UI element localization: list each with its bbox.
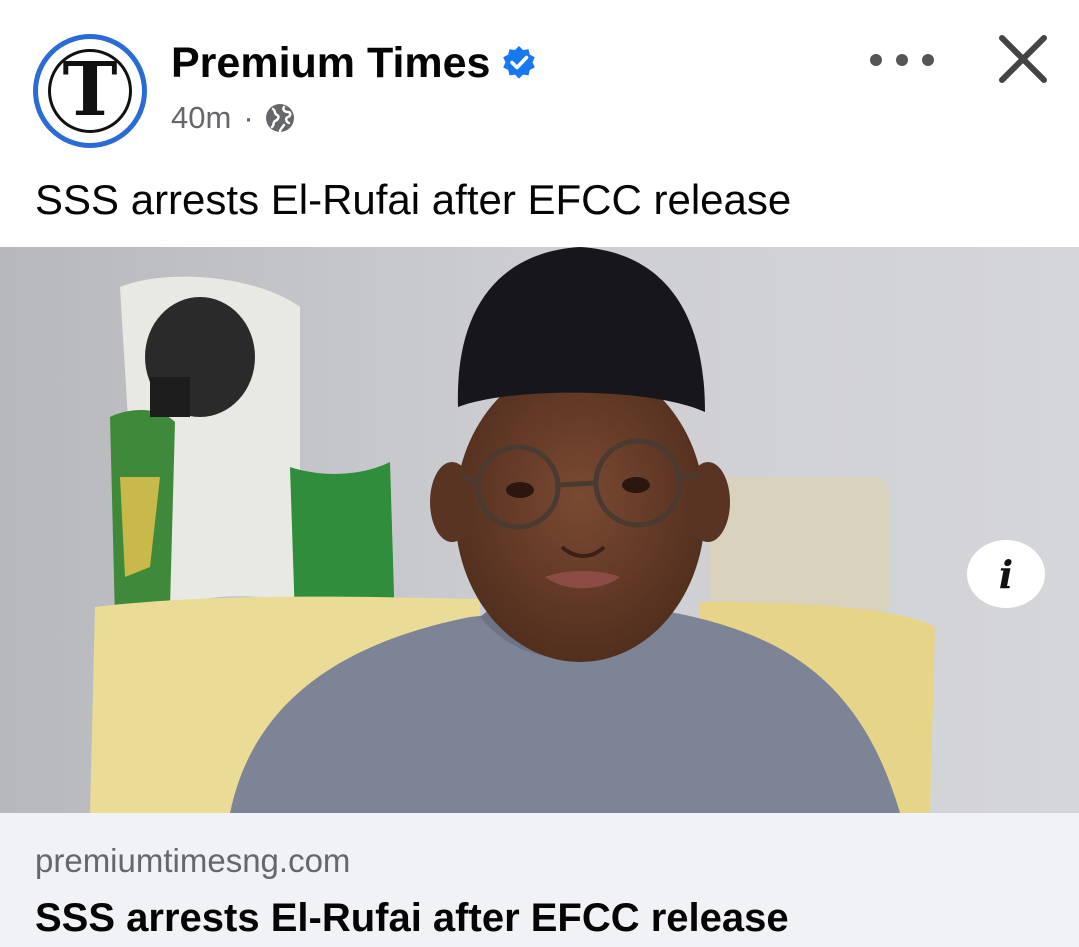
globe-icon (265, 104, 294, 133)
post-time[interactable]: 40m (171, 98, 231, 138)
photo-scene (0, 247, 1079, 813)
more-dot (922, 54, 934, 66)
more-dot (896, 54, 908, 66)
logo-letter: T (62, 47, 118, 133)
logo-background: T (38, 39, 142, 143)
link-domain[interactable]: premiumtimesng.com (35, 840, 350, 882)
post-meta: 40m · (171, 98, 296, 138)
close-icon[interactable] (994, 30, 1052, 88)
meta-separator: · (243, 100, 254, 135)
link-title[interactable]: SSS arrests El-Rufai after EFCC release (35, 893, 789, 943)
more-options-icon[interactable] (870, 40, 934, 80)
post-text: SSS arrests El-Rufai after EFCC release (35, 176, 792, 223)
verified-badge-icon (503, 46, 535, 79)
more-dot (870, 54, 882, 66)
info-icon[interactable]: i (967, 540, 1045, 608)
page-name[interactable]: Premium Times (171, 38, 490, 88)
post-header: T Premium Times 40m · (0, 0, 1079, 160)
page-avatar[interactable]: T (33, 34, 147, 148)
post-photo[interactable]: i (0, 247, 1079, 813)
